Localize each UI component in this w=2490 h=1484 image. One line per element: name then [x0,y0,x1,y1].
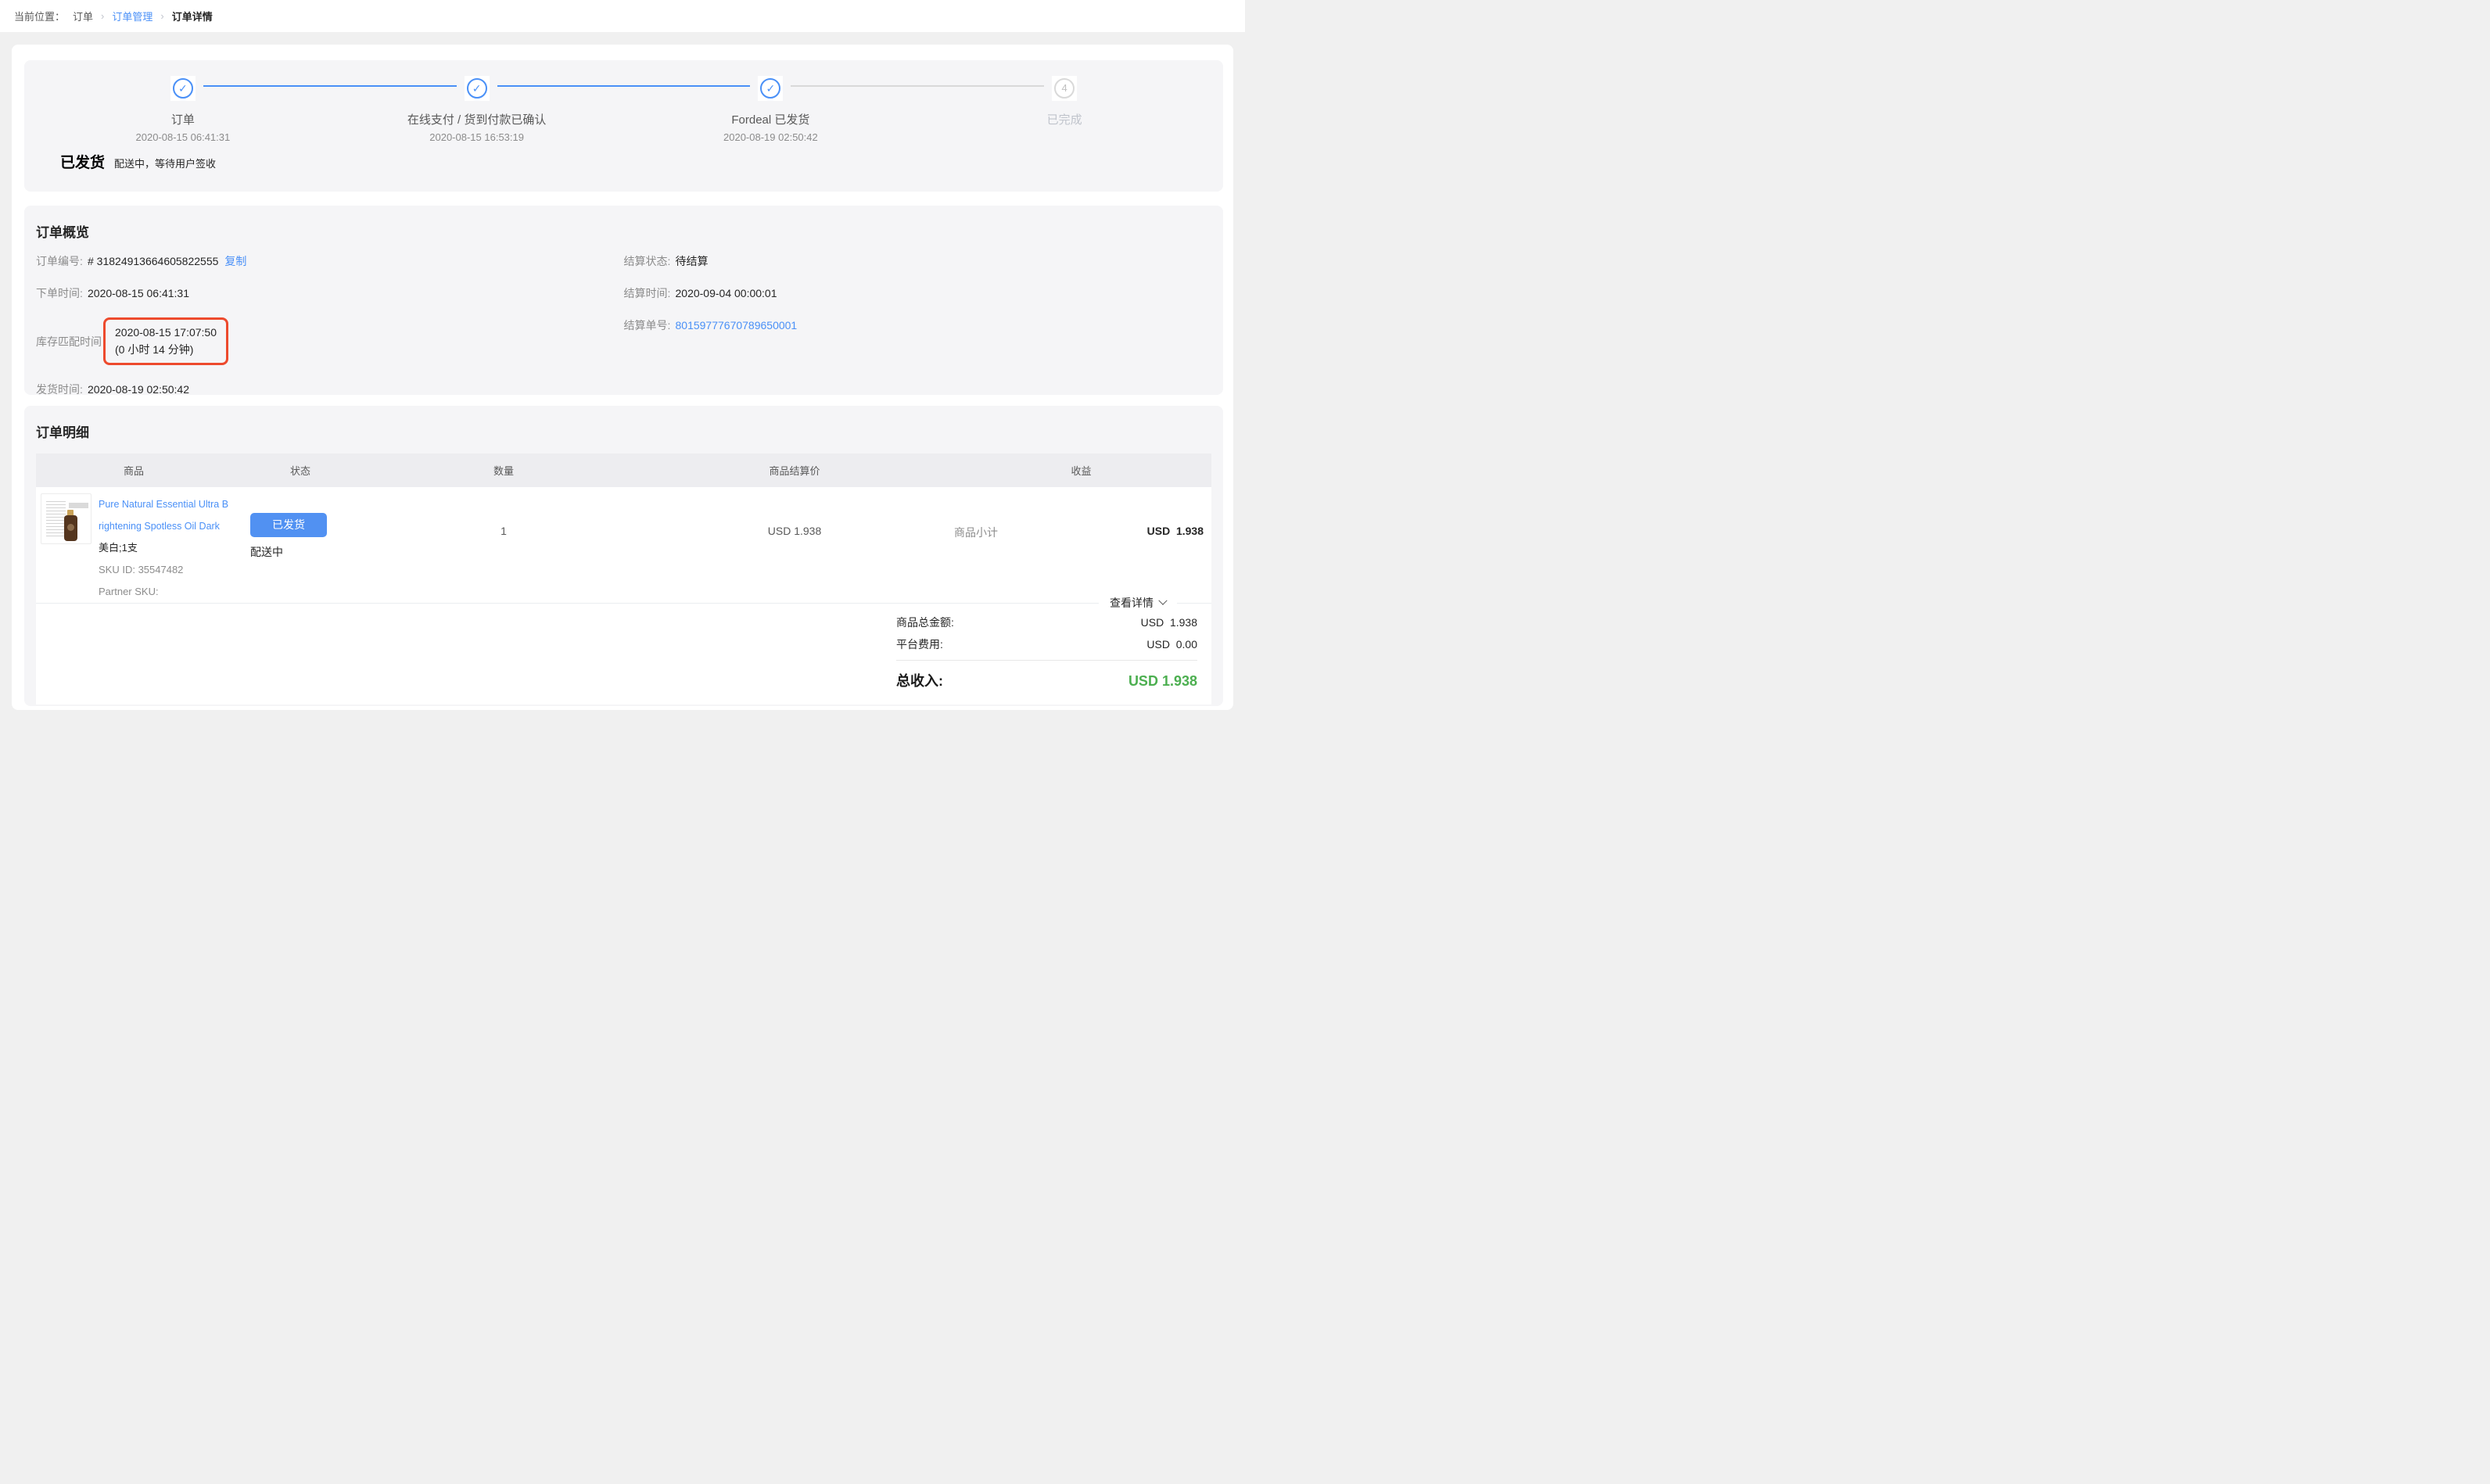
profit-cell: 商品小计 USD 1.938 [951,487,1211,603]
progress-steps: ✓ 订单 2020-08-15 06:41:31 ✓ 在线支付 / 货到付款已确… [36,76,1211,144]
stock-match-duration: (0 小时 14 分钟) [115,341,217,358]
progress-panel: ✓ 订单 2020-08-15 06:41:31 ✓ 在线支付 / 货到付款已确… [24,60,1223,192]
check-icon: ✓ [173,78,193,99]
ship-time-label: 发货时间: [36,382,88,397]
total-amount-label: 商品总金额: [896,615,954,630]
step-time: 2020-08-19 02:50:42 [723,131,818,144]
column-header-profit: 收益 [951,463,1211,478]
table-row: Pure Natural Essential Ultra Brightening… [36,487,1211,603]
ship-time-row: 发货时间: 2020-08-19 02:50:42 [36,382,624,397]
order-status-line: 已发货 配送中，等待用户签收 [36,151,1211,172]
breadcrumb-separator-icon: › [101,10,104,22]
totals-divider [896,660,1197,661]
product-image[interactable] [41,493,91,544]
total-income-value: USD 1.938 [1128,673,1197,690]
settle-number-link[interactable]: 80159777670789650001 [676,319,798,332]
product-partner-sku: Partner SKU: [99,581,231,603]
check-icon: ✓ [467,78,487,99]
product-spec: 美白;1支 [99,537,231,559]
step-shipped: ✓ Fordeal 已发货 2020-08-19 02:50:42 [624,76,918,144]
order-details-panel: 订单明细 商品 状态 数量 商品结算价 收益 [24,406,1223,706]
view-details-divider: 查看详情 [36,603,1211,604]
step-time: 2020-08-15 06:41:31 [136,131,231,144]
breadcrumb-separator-icon: › [160,10,163,22]
order-detail-page: { "breadcrumb": { "label": "当前位置：", "sep… [0,0,1245,742]
platform-fee-row: 平台费用: USD 0.00 [896,636,1197,652]
check-icon: ✓ [760,78,780,99]
column-header-status: 状态 [231,463,369,478]
step-time: 2020-08-15 16:53:19 [429,131,524,144]
order-time-label: 下单时间: [36,285,88,301]
order-number-value: # 31824913664605822555 [88,255,218,267]
order-number-row: 订单编号: # 31824913664605822555 复制 [36,253,624,269]
settle-number-label: 结算单号: [624,317,676,333]
step-name: 订单 [171,111,195,127]
settle-price-cell: USD 1.938 [638,487,951,603]
order-detail-card: ✓ 订单 2020-08-15 06:41:31 ✓ 在线支付 / 货到付款已确… [12,45,1233,710]
order-status-subtitle: 配送中，等待用户签收 [114,156,216,170]
totals-block: 商品总金额: USD 1.938 平台费用: USD 0.00 总收入: USD… [896,604,1197,704]
product-cell: Pure Natural Essential Ultra Brightening… [36,487,231,603]
step-number-icon: 4 [1054,78,1075,99]
settle-status-row: 结算状态: 待结算 [624,253,1212,269]
stock-match-label: 库存匹配时间 [36,334,102,349]
order-overview-panel: 订单概览 订单编号: # 31824913664605822555 复制 下单时… [24,206,1223,395]
details-title: 订单明细 [36,421,1211,441]
product-name-link[interactable]: Pure Natural Essential Ultra Brightening… [99,493,231,537]
settle-time-row: 结算时间: 2020-09-04 00:00:01 [624,285,1212,301]
status-sub-text: 配送中 [250,544,283,560]
order-status-title: 已发货 [60,151,105,172]
column-header-product: 商品 [36,463,231,478]
overview-title: 订单概览 [36,221,1211,241]
total-income-label: 总收入: [896,670,943,690]
order-items-table: 商品 状态 数量 商品结算价 收益 Pure Natural Ess [36,453,1211,704]
profit-value: USD 1.938 [1147,525,1204,603]
settle-time-label: 结算时间: [624,285,676,301]
stock-match-time: 2020-08-15 17:07:50 [115,324,217,341]
order-time-row: 下单时间: 2020-08-15 06:41:31 [36,285,624,301]
order-number-label: 订单编号: [36,253,88,269]
total-amount-value: USD 1.938 [1141,615,1197,630]
breadcrumb-item-orders[interactable]: 订单 [73,9,93,23]
settle-status-label: 结算状态: [624,253,676,269]
breadcrumb-item-order-detail: 订单详情 [172,9,213,23]
settle-status-value: 待结算 [676,253,709,269]
platform-fee-value: USD 0.00 [1146,636,1197,652]
column-header-settle-price: 商品结算价 [638,463,951,478]
breadcrumb-label: 当前位置： [14,9,65,23]
step-name: 在线支付 / 货到付款已确认 [407,111,547,127]
status-badge: 已发货 [250,513,327,537]
product-sku: SKU ID: 35547482 [99,559,231,581]
column-header-quantity: 数量 [369,463,638,478]
status-cell: 已发货 配送中 [231,487,369,603]
order-time-value: 2020-08-15 06:41:31 [88,287,189,299]
platform-fee-label: 平台费用: [896,636,943,652]
stock-match-highlight-box: 2020-08-15 17:07:50 (0 小时 14 分钟) [103,317,228,365]
stock-match-row: 库存匹配时间 2020-08-15 17:07:50 (0 小时 14 分钟) [36,317,624,365]
step-completed: 4 已完成 [917,76,1211,144]
breadcrumb-item-order-management[interactable]: 订单管理 [112,9,152,23]
settle-time-value: 2020-09-04 00:00:01 [676,287,777,299]
step-name: Fordeal 已发货 [731,111,809,127]
step-name: 已完成 [1047,111,1082,127]
chevron-down-icon [1158,597,1167,605]
table-header: 商品 状态 数量 商品结算价 收益 [36,453,1211,487]
ship-time-value: 2020-08-19 02:50:42 [88,383,189,396]
step-order-created: ✓ 订单 2020-08-15 06:41:31 [36,76,330,144]
breadcrumb: 当前位置： 订单 › 订单管理 › 订单详情 [0,0,1245,32]
settle-number-row: 结算单号: 80159777670789650001 [624,317,1212,333]
step-payment-confirmed: ✓ 在线支付 / 货到付款已确认 2020-08-15 16:53:19 [330,76,624,144]
copy-order-number-button[interactable]: 复制 [224,253,246,269]
total-amount-row: 商品总金额: USD 1.938 [896,615,1197,630]
quantity-cell: 1 [369,487,638,603]
total-income-row: 总收入: USD 1.938 [896,670,1197,690]
view-details-button[interactable]: 查看详情 [1099,595,1177,611]
subtotal-label: 商品小计 [954,525,998,603]
